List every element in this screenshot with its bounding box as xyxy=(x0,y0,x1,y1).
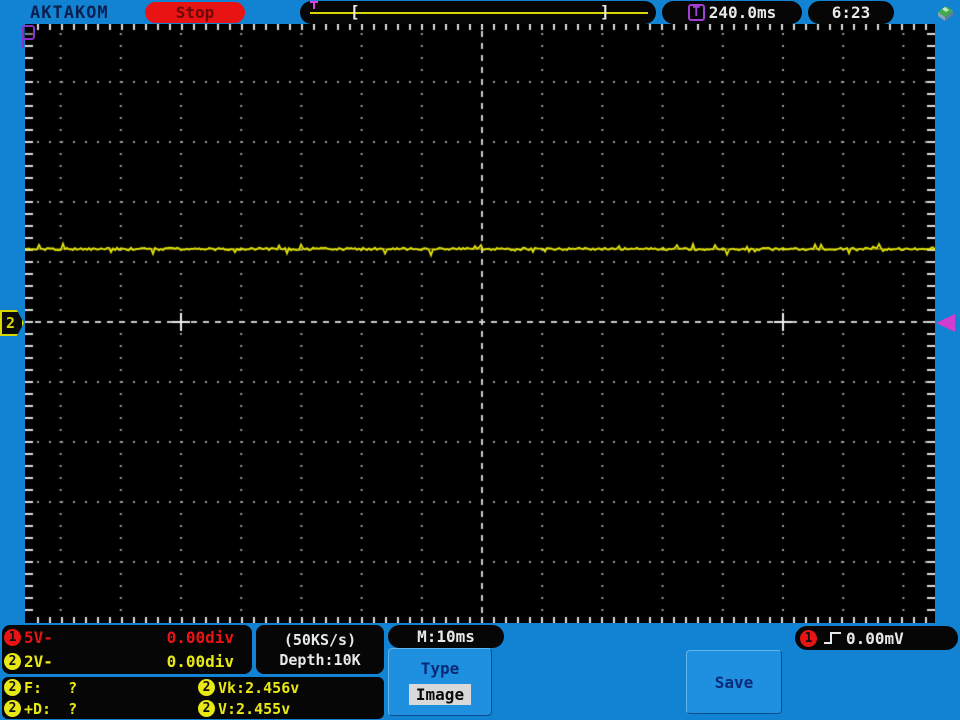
record-position-bar: [ ] xyxy=(300,1,656,24)
ch1-scale: 5V- xyxy=(24,628,53,647)
trigger-horizontal-offset-flag-icon xyxy=(22,25,35,40)
clock-badge: 6:23 xyxy=(808,1,894,24)
trigger-icon: T xyxy=(688,4,705,21)
window-right-bracket: ] xyxy=(600,2,610,21)
ch1-offset: 0.00div xyxy=(167,628,234,647)
save-button-label: Save xyxy=(715,673,754,692)
ch1-badge-icon: 1 xyxy=(4,629,21,646)
meas-label: F: xyxy=(24,679,42,697)
memory-depth: Depth:10K xyxy=(279,651,360,669)
sample-rate: (50KS/s) xyxy=(284,631,356,649)
meas-label: V:2.455v xyxy=(218,700,290,718)
meas-label: Vk:2.456v xyxy=(218,679,299,697)
scope-display xyxy=(25,24,935,623)
ch1-info-row: 1 5V- 0.00div xyxy=(2,627,252,648)
usb-device-icon xyxy=(934,3,956,23)
channel2-zero-marker[interactable]: 2 xyxy=(0,310,24,336)
trigger-position-marker-icon xyxy=(309,1,319,10)
meas-ch-badge-icon: 2 xyxy=(4,700,21,717)
trigger-level-value: 0.00mV xyxy=(846,629,904,648)
waveform-display xyxy=(25,24,935,623)
meas-value: ? xyxy=(68,679,77,697)
meas-ch-badge-icon: 2 xyxy=(198,700,215,717)
type-selected-option[interactable]: Image xyxy=(409,684,471,705)
meas-label: +D: xyxy=(24,700,51,718)
acquisition-info-box: (50KS/s) Depth:10K xyxy=(256,625,384,674)
ch2-scale: 2V- xyxy=(24,652,53,671)
ch2-offset: 0.00div xyxy=(167,652,234,671)
trigger-time-badge: T 240.0ms xyxy=(662,1,802,24)
measurement-row: 2 F: ? 2 Vk:2.456v xyxy=(2,678,384,697)
meas-ch-badge-icon: 2 xyxy=(4,679,21,696)
measurement-row: 2 +D: ? 2 V:2.455v xyxy=(2,699,384,718)
save-button[interactable]: Save xyxy=(686,650,782,714)
meas-value: ? xyxy=(68,700,77,718)
run-state-badge[interactable]: Stop xyxy=(145,2,245,23)
trigger-time-value: 240.0ms xyxy=(709,3,776,22)
meas-ch-badge-icon: 2 xyxy=(198,679,215,696)
channel-info-box: 1 5V- 0.00div 2 2V- 0.00div xyxy=(2,625,252,674)
measurements-box: 2 F: ? 2 Vk:2.456v 2 +D: ? 2 V:2.455v xyxy=(2,677,384,719)
trigger-source-badge-icon: 1 xyxy=(800,630,817,647)
ch2-badge-icon: 2 xyxy=(4,653,21,670)
timebase-badge: M:10ms xyxy=(388,625,504,648)
ch2-info-row: 2 2V- 0.00div xyxy=(2,651,252,672)
trigger-level-badge: 1 0.00mV xyxy=(795,626,958,650)
record-window-line xyxy=(310,12,648,14)
type-menu-label: Type xyxy=(421,659,460,678)
window-left-bracket: [ xyxy=(350,2,360,21)
type-menu-button[interactable]: Type Image xyxy=(388,648,492,716)
trigger-level-arrow-icon[interactable] xyxy=(936,314,955,332)
rising-edge-icon xyxy=(823,630,843,646)
brand-logo: AKTAKOM xyxy=(30,3,109,23)
